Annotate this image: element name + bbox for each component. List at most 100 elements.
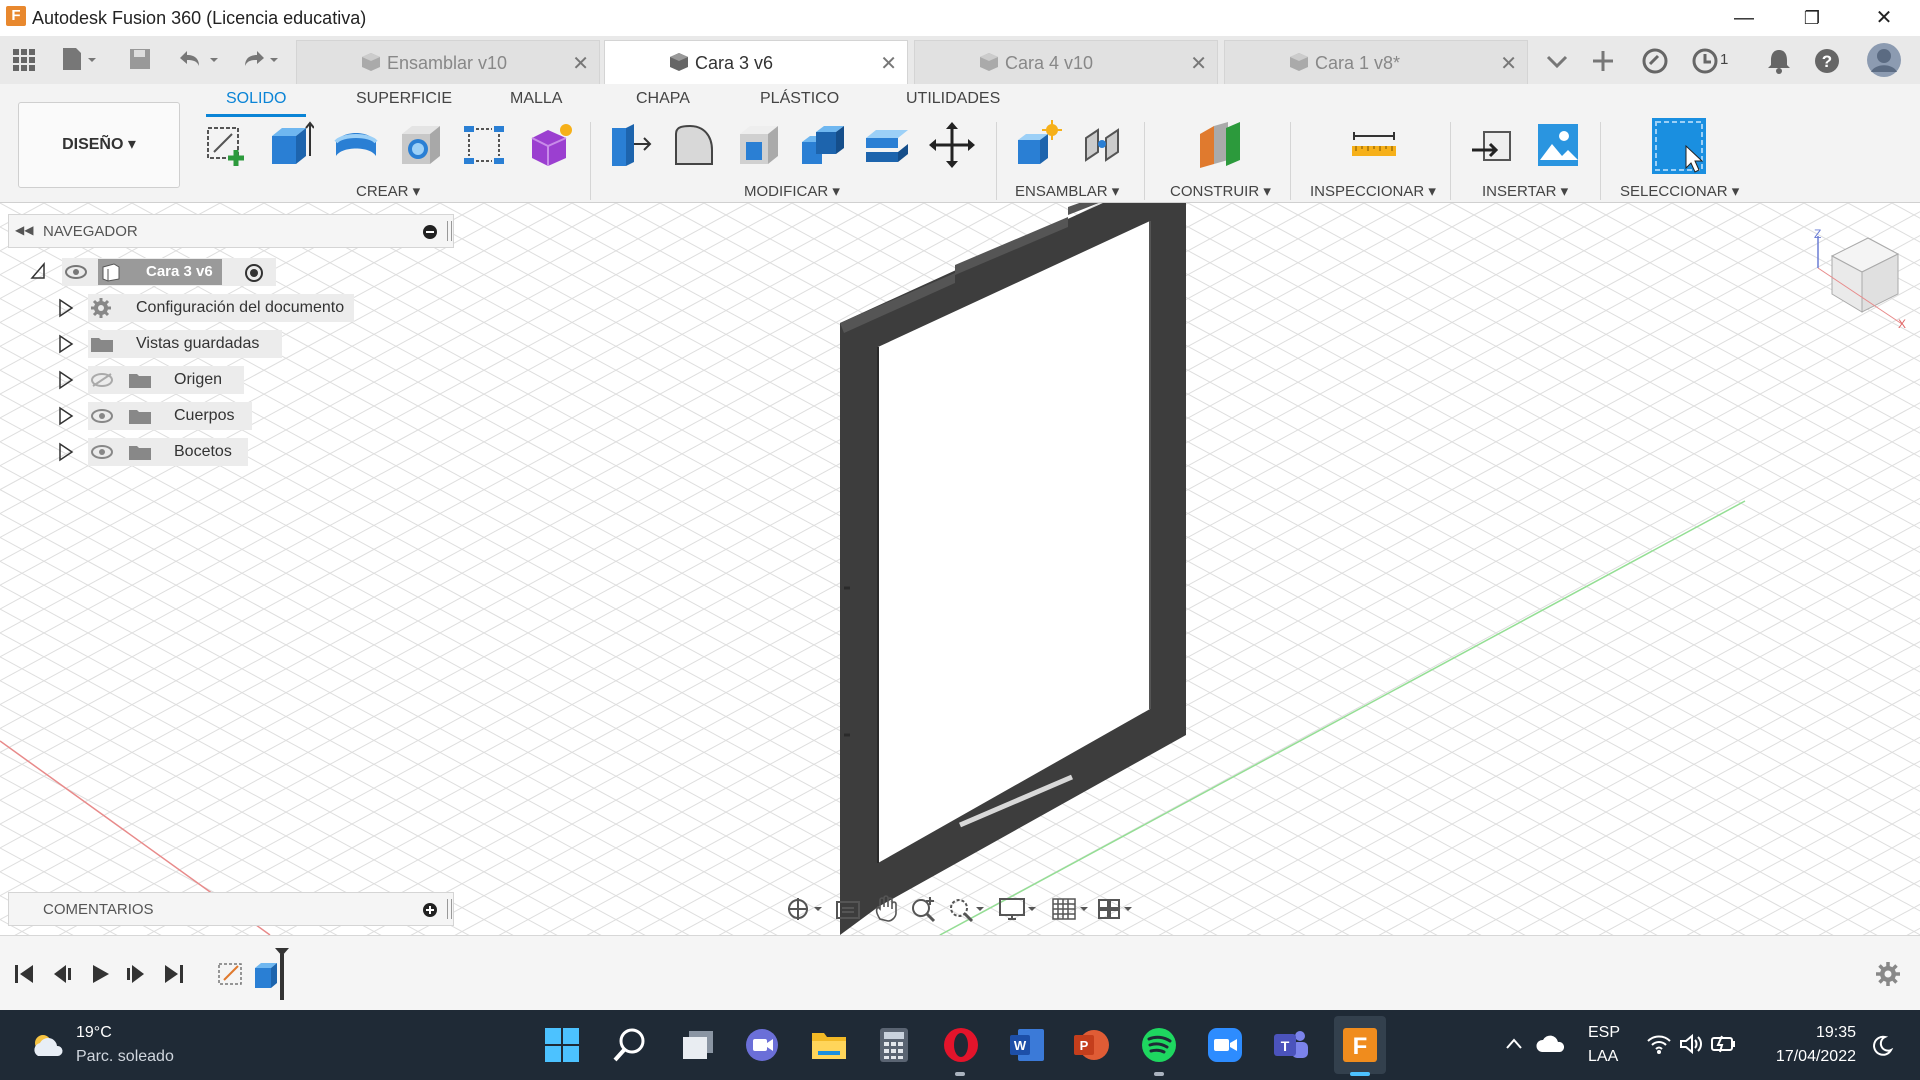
tree-item-bocetos[interactable]: Bocetos	[88, 438, 248, 466]
offset-plane-icon[interactable]	[1196, 120, 1244, 170]
tab-close-icon[interactable]: ✕	[880, 51, 897, 76]
group-insertar[interactable]: INSERTAR ▾	[1482, 182, 1568, 200]
press-pull-icon[interactable]	[606, 120, 654, 170]
tray-chevron-up-icon[interactable]	[1504, 1034, 1524, 1054]
viewcube[interactable]: Z X	[1806, 228, 1916, 338]
orbit-icon[interactable]	[786, 896, 826, 922]
workspace-switcher-button[interactable]: DISEÑO ▾	[18, 102, 180, 188]
display-settings-icon[interactable]	[998, 895, 1042, 923]
timeline-marker-handle[interactable]	[274, 946, 290, 1002]
tab-close-icon[interactable]: ✕	[572, 51, 589, 76]
redo-icon[interactable]	[236, 46, 284, 74]
go-to-end-icon[interactable]	[162, 962, 186, 986]
save-icon[interactable]	[128, 47, 154, 73]
tree-item-config[interactable]: Configuración del documento	[88, 294, 354, 322]
extensions-icon[interactable]	[1640, 46, 1670, 76]
expand-tree-icon[interactable]	[58, 406, 74, 426]
group-crear[interactable]: CREAR ▾	[356, 182, 420, 200]
tab-superficie[interactable]: SUPERFICIE	[356, 90, 452, 108]
powerpoint-icon[interactable]: P	[1072, 1026, 1110, 1064]
tab-malla[interactable]: MALLA	[510, 90, 562, 108]
tab-close-icon[interactable]: ✕	[1190, 51, 1207, 76]
collapse-tree-icon[interactable]	[30, 262, 46, 280]
taskbar-search-icon[interactable]	[612, 1027, 648, 1063]
tab-plastico[interactable]: PLÁSTICO	[760, 90, 839, 108]
minimize-button[interactable]: —	[1716, 2, 1772, 34]
tab-close-icon[interactable]: ✕	[1500, 51, 1517, 76]
create-form-icon[interactable]	[526, 120, 574, 170]
keyboard-layout[interactable]: LAA	[1588, 1048, 1618, 1066]
volume-icon[interactable]	[1678, 1032, 1704, 1056]
comments-resize-handle[interactable]	[447, 899, 452, 919]
tab-solido[interactable]: SOLIDO	[226, 90, 286, 108]
tree-item-vistas[interactable]: Vistas guardadas	[88, 330, 282, 358]
revolve-icon[interactable]	[332, 120, 380, 170]
group-ensamblar[interactable]: ENSAMBLAR ▾	[1015, 182, 1119, 200]
wifi-icon[interactable]	[1646, 1032, 1672, 1056]
group-inspeccionar[interactable]: INSPECCIONAR ▾	[1310, 182, 1436, 200]
word-icon[interactable]: W	[1008, 1026, 1046, 1064]
zoom-app-icon[interactable]	[1206, 1026, 1244, 1064]
expand-tree-icon[interactable]	[58, 442, 74, 462]
tab-utilidades[interactable]: UTILIDADES	[906, 90, 1000, 108]
clock-time[interactable]: 19:35	[1808, 1024, 1856, 1042]
group-modificar[interactable]: MODIFICAR ▾	[744, 182, 840, 200]
calculator-icon[interactable]	[876, 1026, 912, 1064]
tab-cara-3[interactable]: Cara 3 v6 ✕	[604, 40, 908, 84]
spotify-icon[interactable]	[1140, 1026, 1178, 1064]
file-menu-icon[interactable]	[60, 46, 100, 74]
timeline-settings-gear-icon[interactable]	[1874, 960, 1902, 988]
activate-component-icon[interactable]	[244, 263, 264, 283]
weather-cloud-icon[interactable]	[30, 1030, 66, 1060]
restore-button[interactable]: ❐	[1784, 2, 1840, 34]
tree-item-origen[interactable]: Origen	[88, 366, 244, 394]
combine-icon[interactable]	[798, 120, 846, 170]
frame-body[interactable]	[840, 203, 1186, 935]
viewports-icon[interactable]	[1096, 895, 1140, 923]
notifications-bell-icon[interactable]	[1764, 46, 1794, 76]
weather-temperature[interactable]: 19°C	[76, 1024, 112, 1042]
expand-tree-icon[interactable]	[58, 370, 74, 390]
expand-tree-icon[interactable]	[58, 298, 74, 318]
tree-item-cuerpos[interactable]: Cuerpos	[88, 402, 252, 430]
app-grid-icon[interactable]	[12, 48, 36, 72]
add-comment-icon[interactable]	[423, 903, 437, 917]
select-icon[interactable]	[1650, 116, 1708, 176]
windows-start-icon[interactable]	[544, 1027, 580, 1063]
job-status-icon[interactable]	[1690, 46, 1720, 76]
timeline-sketch-feature-icon[interactable]	[216, 954, 250, 994]
tab-list-chevron-icon[interactable]	[1540, 46, 1574, 76]
hidden-eye-icon[interactable]	[90, 372, 114, 388]
step-back-icon[interactable]	[50, 962, 74, 986]
pattern-icon[interactable]	[460, 120, 508, 170]
undo-icon[interactable]	[176, 46, 224, 74]
onedrive-cloud-icon[interactable]	[1536, 1032, 1566, 1056]
new-component-icon[interactable]	[1014, 120, 1062, 170]
visibility-eye-icon[interactable]	[90, 444, 114, 460]
tree-root-row[interactable]: Cara 3 v6	[62, 258, 276, 286]
weather-description[interactable]: Parc. soleado	[76, 1048, 174, 1066]
tab-chapa[interactable]: CHAPA	[636, 90, 690, 108]
fusion-360-taskbar-icon[interactable]: F	[1340, 1026, 1380, 1064]
navigator-minus-icon[interactable]	[423, 225, 437, 239]
zoom-icon[interactable]	[910, 895, 938, 923]
help-icon[interactable]: ?	[1812, 46, 1842, 76]
clock-date[interactable]: 17/04/2022	[1766, 1048, 1856, 1066]
create-sketch-icon[interactable]	[202, 120, 250, 170]
file-explorer-icon[interactable]	[810, 1027, 848, 1063]
hole-icon[interactable]	[396, 120, 444, 170]
move-copy-icon[interactable]	[928, 120, 976, 170]
insert-canvas-icon[interactable]	[1534, 120, 1582, 170]
task-view-icon[interactable]	[680, 1027, 716, 1063]
offset-face-icon[interactable]	[862, 120, 910, 170]
group-construir[interactable]: CONSTRUIR ▾	[1170, 182, 1271, 200]
go-to-start-icon[interactable]	[12, 962, 36, 986]
fit-zoom-icon[interactable]	[948, 895, 988, 923]
pan-hand-icon[interactable]	[872, 895, 900, 923]
tab-cara-1[interactable]: Cara 1 v8* ✕	[1224, 40, 1528, 84]
look-at-icon[interactable]	[834, 896, 862, 922]
navigator-resize-handle[interactable]	[447, 221, 452, 241]
visibility-eye-icon[interactable]	[64, 264, 88, 280]
teams-chat-icon[interactable]	[744, 1027, 780, 1063]
extrude-icon[interactable]	[266, 120, 314, 170]
